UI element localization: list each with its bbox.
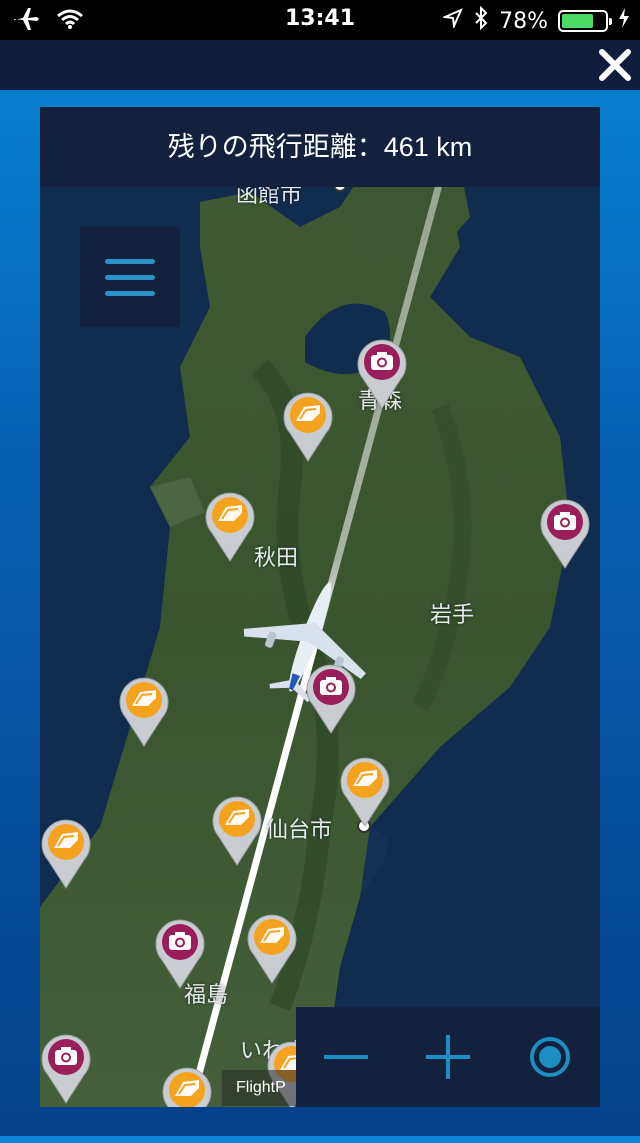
- map-attribution: FlightP: [222, 1070, 298, 1106]
- landmark-pin-icon: [205, 492, 255, 562]
- camera-pin-icon: [41, 1034, 91, 1104]
- remaining-distance-banner: 残りの飛行距離：461 km: [40, 107, 600, 187]
- zoom-out-button[interactable]: [316, 1027, 376, 1087]
- menu-button[interactable]: [80, 227, 180, 327]
- zoom-in-button[interactable]: [418, 1027, 478, 1087]
- camera-pin-icon: [540, 499, 590, 569]
- landmark-pin-icon: [212, 796, 262, 866]
- landmark-pin-icon: [41, 819, 91, 889]
- landmark-pin[interactable]: [339, 756, 391, 828]
- battery-percent: 78%: [499, 8, 548, 34]
- camera-pin[interactable]: [154, 918, 206, 990]
- close-button[interactable]: [594, 44, 636, 86]
- plus-icon: [426, 1035, 470, 1079]
- landmark-pin[interactable]: [118, 676, 170, 748]
- top-bar: [0, 40, 640, 90]
- landmark-pin-icon: [162, 1067, 212, 1107]
- camera-pin-icon: [306, 664, 356, 734]
- camera-pin-icon: [357, 339, 407, 409]
- center-on-plane-button[interactable]: [520, 1027, 580, 1087]
- landmark-pin[interactable]: [40, 818, 92, 890]
- charging-bolt-icon: [618, 7, 630, 35]
- locate-target-icon: [530, 1037, 570, 1077]
- bluetooth-icon: [473, 5, 489, 36]
- landmark-pin-icon: [119, 677, 169, 747]
- battery-icon: [558, 10, 612, 32]
- map-controls-panel: [296, 1007, 600, 1107]
- status-bar: 13:41 78%: [0, 0, 640, 40]
- camera-pin-icon: [155, 919, 205, 989]
- landmark-pin[interactable]: [204, 491, 256, 563]
- minus-icon: [324, 1055, 368, 1059]
- landmark-pin[interactable]: [161, 1066, 213, 1107]
- camera-pin[interactable]: [356, 338, 408, 410]
- landmark-pin-icon: [247, 914, 297, 984]
- place-label-sendai: 仙台市: [266, 818, 333, 843]
- camera-pin[interactable]: [539, 498, 591, 570]
- landmark-pin[interactable]: [282, 391, 334, 463]
- battery-level-fill: [562, 14, 593, 28]
- landmark-pin-icon: [283, 392, 333, 462]
- landmark-pin-icon: [340, 757, 390, 827]
- landmark-pin[interactable]: [246, 913, 298, 985]
- location-arrow-icon: [441, 8, 464, 34]
- camera-pin[interactable]: [40, 1033, 92, 1105]
- close-icon: [599, 49, 631, 81]
- landmark-pin[interactable]: [211, 795, 263, 867]
- camera-pin[interactable]: [305, 663, 357, 735]
- place-label-iwate: 岩手: [430, 603, 475, 628]
